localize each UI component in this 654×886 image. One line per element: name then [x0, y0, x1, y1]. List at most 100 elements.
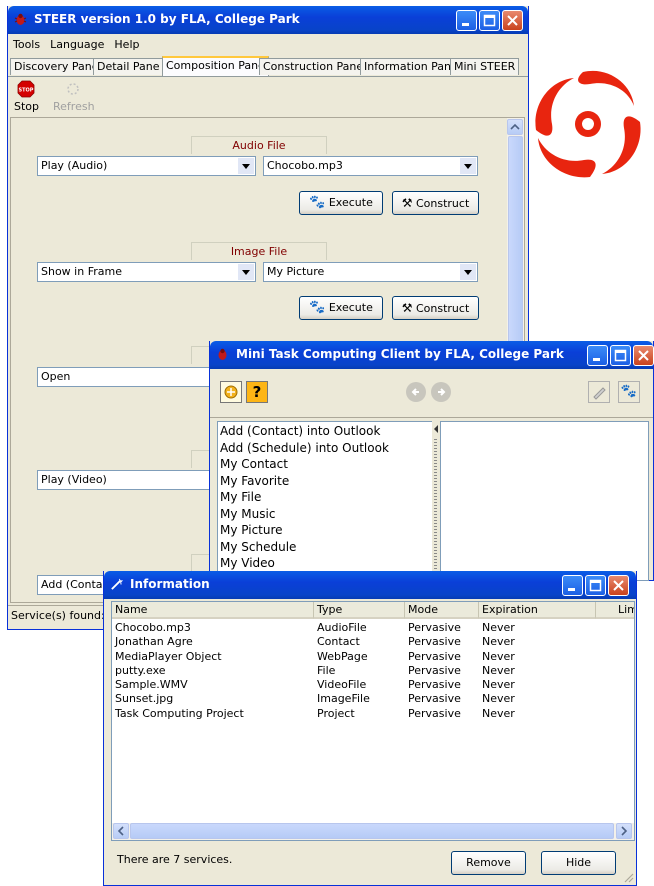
- wand-icon: [111, 578, 123, 590]
- cell-name: Jonathan Agre: [115, 635, 193, 649]
- scroll-right-button[interactable]: [616, 823, 632, 839]
- tab-discovery[interactable]: Discovery Pane: [10, 58, 103, 75]
- minimize-icon: [593, 358, 600, 361]
- back-button[interactable]: [406, 382, 426, 402]
- resize-grip-icon[interactable]: [622, 871, 634, 883]
- refresh-icon: [67, 83, 79, 95]
- table-row[interactable]: Sample.WMV VideoFile Pervasive Never: [112, 678, 634, 692]
- minimize-button[interactable]: [587, 345, 608, 366]
- group-label-image: Image File: [191, 242, 327, 260]
- tab-detail[interactable]: Detail Pane: [93, 58, 164, 75]
- table-row[interactable]: Task Computing Project Project Pervasive…: [112, 707, 634, 721]
- cell-name: putty.exe: [115, 663, 166, 677]
- cell-expiration: Never: [482, 663, 515, 677]
- list-item[interactable]: My Schedule: [218, 539, 432, 556]
- list-item[interactable]: Add (Schedule) into Outlook: [218, 440, 432, 457]
- refresh-button[interactable]: Refresh: [50, 80, 96, 114]
- forward-button[interactable]: [431, 382, 451, 402]
- scroll-up-button[interactable]: [507, 119, 523, 135]
- help-button[interactable]: ?: [246, 381, 268, 403]
- tab-mini-steer[interactable]: Mini STEER: [450, 58, 520, 75]
- table-row[interactable]: putty.exe File Pervasive Never: [112, 664, 634, 678]
- execute-button[interactable]: 🐾 Execute: [299, 191, 383, 215]
- column-header-limit[interactable]: Limit: [596, 602, 634, 619]
- dropdown-button[interactable]: [460, 158, 476, 174]
- maximize-icon: [589, 579, 602, 592]
- close-icon: [507, 15, 518, 26]
- mini-titlebar[interactable]: Mini Task Computing Client by FLA, Colle…: [210, 341, 654, 369]
- target-select-image[interactable]: My Picture: [263, 262, 478, 282]
- tab-construction[interactable]: Construction Pane: [259, 58, 368, 75]
- list-item[interactable]: My Favorite: [218, 473, 432, 490]
- table-row[interactable]: Jonathan Agre Contact Pervasive Never: [112, 635, 634, 649]
- tab-composition[interactable]: Composition Pane: [162, 56, 269, 76]
- target-value: My Picture: [267, 265, 325, 278]
- construct-label: Construct: [415, 197, 470, 210]
- maximize-button[interactable]: [610, 345, 631, 366]
- column-header-expiration[interactable]: Expiration: [479, 602, 596, 619]
- action-select-audio[interactable]: Play (Audio): [37, 156, 256, 176]
- minimize-button[interactable]: [456, 10, 477, 31]
- mini-client-window: Mini Task Computing Client by FLA, Colle…: [209, 341, 654, 581]
- list-item[interactable]: My Video: [218, 555, 432, 572]
- action-select-image[interactable]: Show in Frame: [37, 262, 256, 282]
- dropdown-button[interactable]: [238, 158, 254, 174]
- close-button[interactable]: [608, 575, 629, 596]
- hide-button[interactable]: Hide: [541, 851, 616, 875]
- hammer-icon: ⚒: [401, 196, 413, 210]
- list-item[interactable]: My Picture: [218, 522, 432, 539]
- construct-button[interactable]: ⚒ Construct: [392, 296, 479, 320]
- action-value: Play (Audio): [41, 159, 108, 172]
- cell-mode: Pervasive: [408, 692, 461, 706]
- cell-type: AudioFile: [317, 621, 367, 634]
- chevron-right-icon: [621, 826, 628, 836]
- list-item[interactable]: My File: [218, 489, 432, 506]
- cell-name: Task Computing Project: [115, 706, 244, 720]
- scroll-left-button[interactable]: [113, 823, 129, 839]
- list-item[interactable]: My Music: [218, 506, 432, 523]
- table-row[interactable]: Chocobo.mp3 AudioFile Pervasive Never: [112, 621, 634, 635]
- cell-name: MediaPlayer Object: [115, 649, 222, 663]
- execute-button[interactable]: 🐾 Execute: [299, 296, 383, 320]
- table-row[interactable]: Sunset.jpg ImageFile Pervasive Never: [112, 692, 634, 706]
- list-item[interactable]: My Contact: [218, 456, 432, 473]
- services-button[interactable]: [220, 381, 242, 403]
- edit-button[interactable]: [588, 381, 610, 403]
- execute-label: Execute: [328, 196, 373, 209]
- minimize-icon: [462, 23, 469, 26]
- remove-button[interactable]: Remove: [451, 851, 526, 875]
- target-select-audio[interactable]: Chocobo.mp3: [263, 156, 478, 176]
- maximize-button[interactable]: [585, 575, 606, 596]
- column-header-name[interactable]: Name: [112, 602, 314, 619]
- construct-button[interactable]: ⚒ Construct: [392, 191, 479, 215]
- table-row[interactable]: MediaPlayer Object WebPage Pervasive Nev…: [112, 650, 634, 664]
- dropdown-button[interactable]: [460, 264, 476, 280]
- column-header-type[interactable]: Type: [314, 602, 405, 619]
- menu-help[interactable]: Help: [109, 36, 144, 54]
- splitter[interactable]: [432, 421, 440, 581]
- information-window: Information Name Type Mode Expiration Li…: [103, 571, 637, 886]
- cell-expiration: Never: [482, 678, 515, 692]
- arrow-left-icon: [411, 388, 419, 396]
- scroll-thumb[interactable]: [508, 136, 523, 356]
- column-header-mode[interactable]: Mode: [405, 602, 479, 619]
- dropdown-button[interactable]: [238, 264, 254, 280]
- services-table: Name Type Mode Expiration Limit Chocobo.…: [111, 601, 635, 841]
- service-list[interactable]: Add (Contact) into Outlook Add (Schedule…: [217, 421, 432, 581]
- scroll-thumb[interactable]: [130, 823, 614, 839]
- menu-language[interactable]: Language: [45, 36, 109, 54]
- menu-tools[interactable]: Tools: [8, 36, 45, 54]
- close-button[interactable]: [502, 10, 523, 31]
- minimize-button[interactable]: [562, 575, 583, 596]
- services-count: There are 7 services.: [117, 853, 233, 866]
- tab-information[interactable]: Information Pane: [360, 58, 462, 75]
- horizontal-scrollbar[interactable]: [112, 823, 634, 840]
- steer-titlebar[interactable]: STEER version 1.0 by FLA, College Park: [8, 6, 528, 34]
- execute-paw-button[interactable]: 🐾: [618, 381, 640, 403]
- maximize-button[interactable]: [479, 10, 500, 31]
- stop-button[interactable]: STOP Stop: [12, 80, 42, 114]
- info-titlebar[interactable]: Information: [104, 571, 636, 599]
- hammer-icon: ⚒: [401, 301, 413, 315]
- list-item[interactable]: Add (Contact) into Outlook: [218, 423, 432, 440]
- close-button[interactable]: [633, 345, 654, 366]
